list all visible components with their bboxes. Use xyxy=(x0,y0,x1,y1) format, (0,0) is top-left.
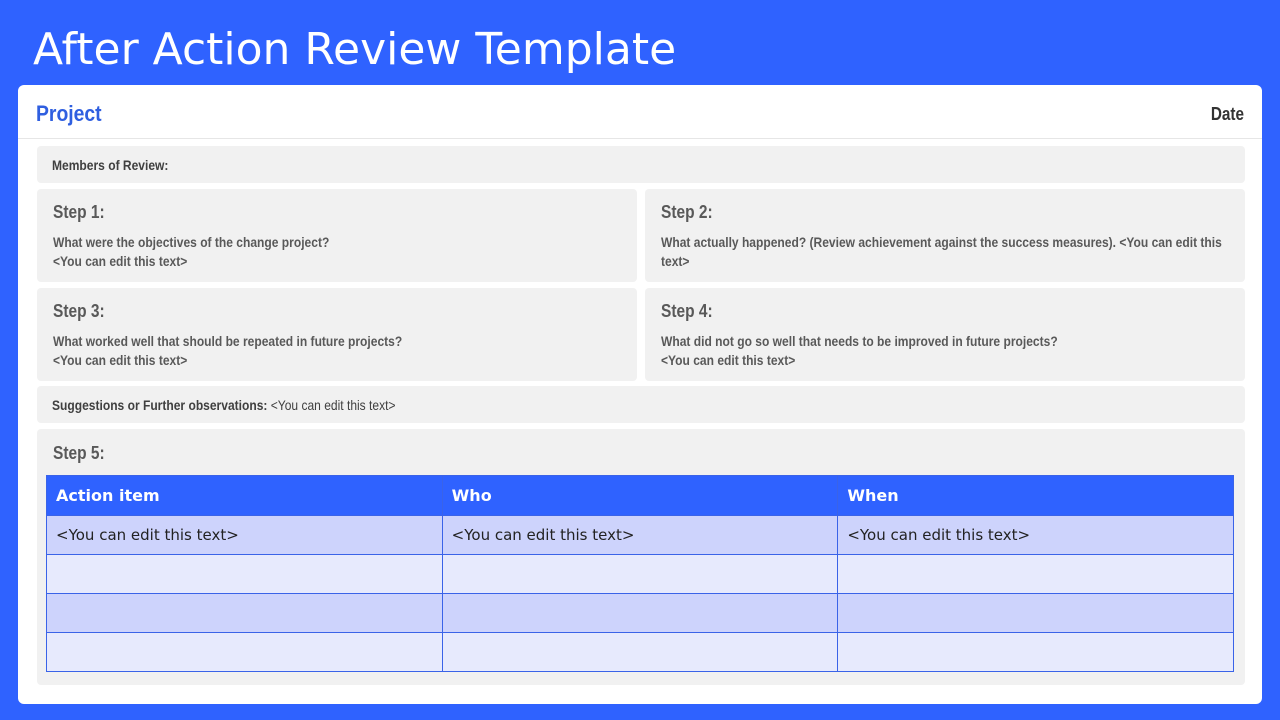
table-row xyxy=(46,632,1234,672)
suggestions-placeholder[interactable]: <You can edit this text> xyxy=(271,397,396,413)
slide-title: After Action Review Template xyxy=(33,24,677,75)
step-1-heading: Step 1: xyxy=(53,202,105,222)
table-cell[interactable] xyxy=(441,593,839,633)
step-3-box[interactable]: Step 3: What worked well that should be … xyxy=(37,288,637,381)
action-table: Action item Who When <You can edit this … xyxy=(46,475,1234,672)
step-2-question: What actually happened? (Review achievem… xyxy=(661,234,1222,269)
date-label[interactable]: Date xyxy=(1211,104,1244,125)
step-1-question: What were the objectives of the change p… xyxy=(53,234,330,250)
table-header-row: Action item Who When xyxy=(46,475,1234,516)
step-3-heading: Step 3: xyxy=(53,301,105,321)
column-header-who: Who xyxy=(441,475,839,516)
column-header-when: When xyxy=(837,475,1234,516)
step-4-question: What did not go so well that needs to be… xyxy=(661,333,1058,349)
step-2-box[interactable]: Step 2: What actually happened? (Review … xyxy=(645,189,1245,282)
members-of-review-box[interactable]: Members of Review: xyxy=(37,146,1245,183)
table-row xyxy=(46,554,1234,594)
suggestions-box[interactable]: Suggestions or Further observations: <Yo… xyxy=(37,386,1245,423)
suggestions-label: Suggestions or Further observations: xyxy=(52,397,268,413)
review-card: Project Date Members of Review: Step 1: … xyxy=(18,85,1262,704)
step-1-placeholder[interactable]: <You can edit this text> xyxy=(53,252,627,271)
table-row xyxy=(46,593,1234,633)
table-row: <You can edit this text> <You can edit t… xyxy=(46,515,1234,555)
step-4-box[interactable]: Step 4: What did not go so well that nee… xyxy=(645,288,1245,381)
table-cell[interactable]: <You can edit this text> xyxy=(441,515,839,555)
step-4-heading: Step 4: xyxy=(661,301,713,321)
table-cell[interactable] xyxy=(46,593,443,633)
step-5-box: Step 5: Action item Who When <You can ed… xyxy=(37,429,1245,685)
step-2-heading: Step 2: xyxy=(661,202,713,222)
table-cell[interactable] xyxy=(46,632,443,672)
step-3-question: What worked well that should be repeated… xyxy=(53,333,403,349)
step-5-heading: Step 5: xyxy=(53,443,105,463)
project-label[interactable]: Project xyxy=(36,101,102,127)
table-cell[interactable] xyxy=(837,554,1234,594)
table-cell[interactable]: <You can edit this text> xyxy=(46,515,443,555)
table-cell[interactable] xyxy=(837,632,1234,672)
table-cell[interactable] xyxy=(441,554,839,594)
table-cell[interactable] xyxy=(837,593,1234,633)
card-header: Project Date xyxy=(18,85,1262,139)
table-cell[interactable] xyxy=(46,554,443,594)
column-header-action-item: Action item xyxy=(46,475,443,516)
table-cell[interactable] xyxy=(441,632,839,672)
table-cell[interactable]: <You can edit this text> xyxy=(837,515,1234,555)
members-label: Members of Review: xyxy=(52,157,169,173)
step-4-placeholder[interactable]: <You can edit this text> xyxy=(661,351,1235,370)
step-3-placeholder[interactable]: <You can edit this text> xyxy=(53,351,627,370)
step-1-box[interactable]: Step 1: What were the objectives of the … xyxy=(37,189,637,282)
